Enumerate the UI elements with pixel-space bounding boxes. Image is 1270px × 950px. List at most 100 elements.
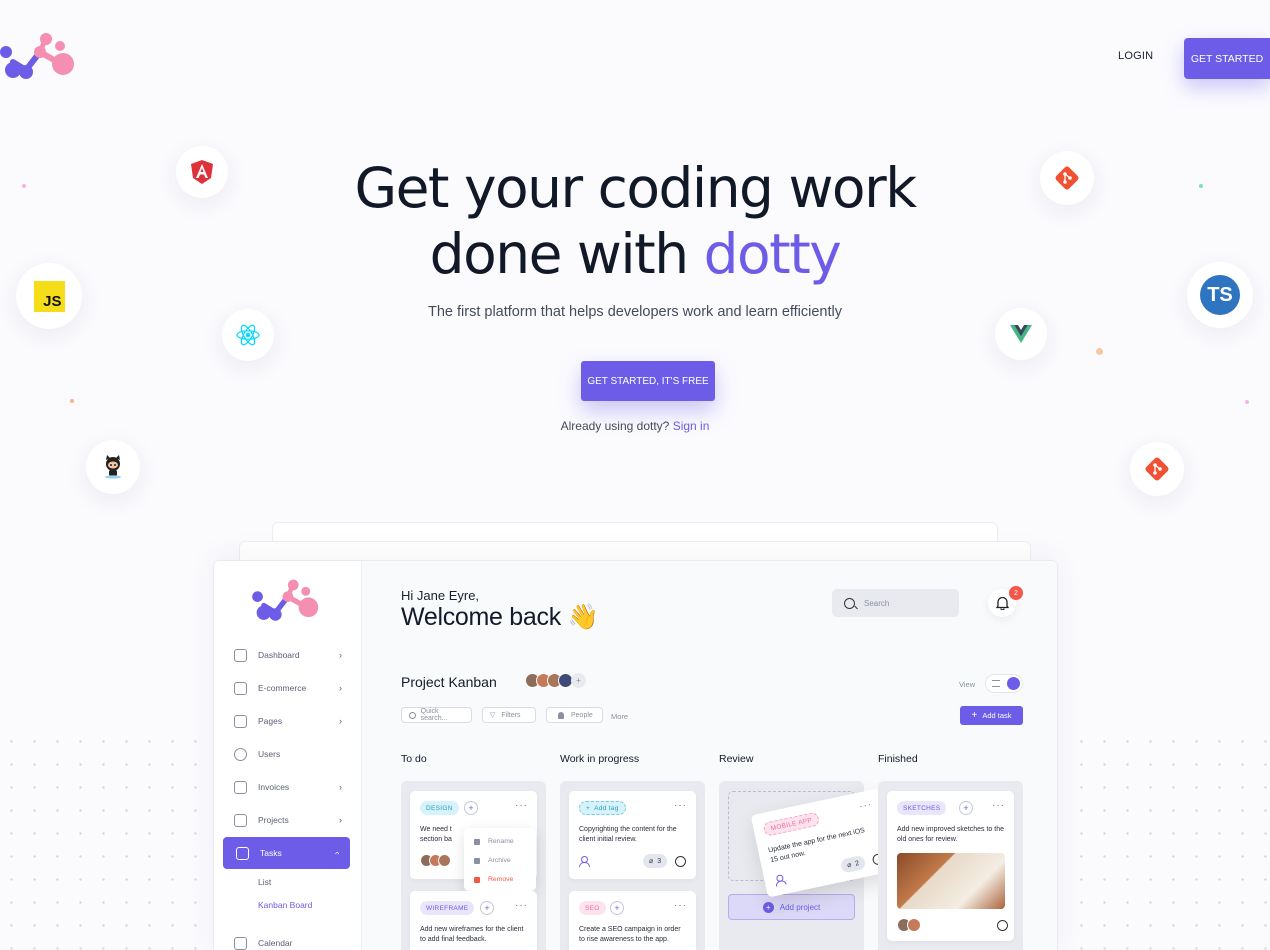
attachments-chip[interactable]: ⌀ 2 [839, 854, 867, 874]
card-text: Copyrighting the content for the client … [579, 826, 677, 843]
trash-icon [474, 876, 480, 883]
menu-item-remove[interactable]: Remove [474, 876, 513, 883]
tag-sketches[interactable]: SKETCHES [897, 801, 947, 815]
card-text: We need t section ba [420, 826, 452, 843]
assign-user-icon[interactable] [579, 856, 590, 867]
view-toggle[interactable] [985, 674, 1023, 693]
kanban-column-finished: SKETCHES + ··· Add new improved sketches… [878, 781, 1023, 950]
list-view-icon [992, 680, 1000, 687]
users-icon [234, 747, 247, 761]
comment-icon[interactable] [997, 920, 1008, 931]
more-options-icon[interactable]: ··· [515, 800, 528, 811]
dot-grid-right [1070, 730, 1270, 950]
column-title-review: Review [719, 753, 754, 765]
search-input[interactable]: Search [832, 589, 959, 617]
add-task-button[interactable]: + Add task [960, 706, 1023, 725]
search-icon [844, 597, 855, 609]
plus-circle-icon: + [762, 901, 774, 913]
dashboard-main: Hi Jane Eyre, Welcome back 👋 Search 2 Pr… [362, 561, 1057, 950]
menu-item-rename[interactable]: Rename [474, 838, 514, 845]
quick-search-input[interactable]: Quick search... [401, 707, 472, 723]
invoice-icon [234, 780, 247, 794]
chevron-right-icon: › [339, 716, 342, 726]
tag-mobile-app[interactable]: MOBILE APP [762, 811, 821, 837]
add-tag-button[interactable]: + Add tag [579, 801, 626, 815]
attachments-count: 3 [657, 857, 662, 865]
sidebar-item-label: Dashboard [258, 650, 300, 660]
kanban-column-wip: + Add tag ··· Copyrighting the content f… [560, 781, 705, 950]
hero-title-accent: dotty [703, 222, 842, 286]
member-avatars[interactable]: + [525, 673, 586, 688]
tasks-icon [236, 846, 249, 860]
sidebar-item-pages[interactable]: Pages › [234, 710, 342, 732]
sketch-image [897, 853, 1005, 909]
git-icon [1145, 457, 1169, 481]
sidebar-item-calendar[interactable]: Calendar [234, 932, 342, 950]
sidebar-item-ecommerce[interactable]: E-commerce › [234, 677, 342, 699]
get-started-free-button[interactable]: GET STARTED, IT'S FREE [581, 361, 715, 401]
github-badge [86, 440, 140, 494]
people-button[interactable]: People [546, 707, 603, 723]
get-started-button[interactable]: GET STARTED [1184, 38, 1270, 79]
more-options-icon[interactable]: ··· [674, 900, 687, 911]
login-link[interactable]: LOGIN [1118, 50, 1153, 62]
dashboard-preview: Dashboard › E-commerce › Pages › Users I… [213, 560, 1058, 950]
signin-prompt: Already using dotty? Sign in [0, 419, 1270, 433]
attachments-chip[interactable]: ⌀ 3 [643, 854, 668, 868]
tag-wireframe[interactable]: WIREFRAME [420, 901, 475, 915]
task-card[interactable]: SKETCHES + ··· Add new improved sketches… [887, 791, 1014, 941]
task-card[interactable]: DESIGN + ··· We need t section ba Rename… [410, 791, 537, 891]
sidebar-item-tasks[interactable]: Tasks › [223, 837, 350, 869]
filters-label: Filters [501, 711, 521, 719]
column-title-todo: To do [401, 753, 427, 765]
dotty-logo[interactable] [0, 30, 78, 86]
add-tag-icon[interactable]: + [959, 801, 973, 815]
card-text: Create a SEO campaign in order to rise a… [579, 926, 681, 943]
more-options-icon[interactable]: ··· [992, 800, 1005, 811]
add-member-icon[interactable]: + [571, 673, 586, 688]
add-project-button[interactable]: + Add project [728, 894, 855, 920]
menu-item-archive[interactable]: Archive [474, 857, 511, 864]
add-tag-icon[interactable]: + [464, 801, 478, 815]
paperclip-icon: ⌀ [649, 858, 654, 865]
filters-button[interactable]: ▽ Filters [482, 707, 536, 723]
chevron-right-icon: › [339, 815, 342, 825]
more-button[interactable]: More [611, 712, 628, 721]
sidebar-logo [252, 579, 319, 621]
card-avatars [420, 854, 451, 867]
card-text: Add new wireframes for the client to add… [420, 926, 524, 943]
sidebar-item-invoices[interactable]: Invoices › [234, 776, 342, 798]
comment-icon[interactable] [675, 856, 686, 867]
task-card[interactable]: WIREFRAME + ··· Add new wireframes for t… [410, 891, 537, 950]
dot-grid-left [0, 730, 200, 950]
sidebar-item-label: Calendar [258, 938, 293, 948]
sidebar-subitem-list[interactable]: List [258, 877, 271, 887]
task-card[interactable]: + Add tag ··· Copyrighting the content f… [569, 791, 696, 879]
add-tag-icon[interactable]: + [610, 901, 624, 915]
signin-link[interactable]: Sign in [673, 419, 710, 433]
assign-user-icon[interactable] [774, 874, 786, 886]
projects-icon [234, 813, 247, 827]
task-card[interactable]: SEO + ··· Create a SEO campaign in order… [569, 891, 696, 950]
tag-design[interactable]: DESIGN [420, 801, 459, 815]
column-title-finished: Finished [878, 753, 918, 765]
git-badge-bottom [1130, 442, 1184, 496]
tag-seo[interactable]: SEO [579, 901, 606, 915]
sidebar-subitem-kanban[interactable]: Kanban Board [258, 900, 312, 910]
sidebar: Dashboard › E-commerce › Pages › Users I… [214, 561, 362, 950]
react-icon [236, 324, 260, 346]
sidebar-item-users[interactable]: Users [234, 743, 342, 765]
sidebar-item-dashboard[interactable]: Dashboard › [234, 644, 342, 666]
add-tag-icon[interactable]: + [480, 901, 494, 915]
paperclip-icon: ⌀ [846, 861, 853, 870]
decor-dot [70, 399, 74, 403]
card-context-menu: Rename Archive Remove [464, 828, 536, 891]
plus-icon: + [971, 710, 978, 721]
sidebar-item-projects[interactable]: Projects › [234, 809, 342, 831]
archive-icon [474, 857, 480, 864]
more-options-icon[interactable]: ··· [858, 799, 873, 812]
more-options-icon[interactable]: ··· [515, 900, 528, 911]
more-options-icon[interactable]: ··· [674, 800, 687, 811]
avatar [907, 918, 921, 932]
pencil-icon [474, 838, 480, 845]
